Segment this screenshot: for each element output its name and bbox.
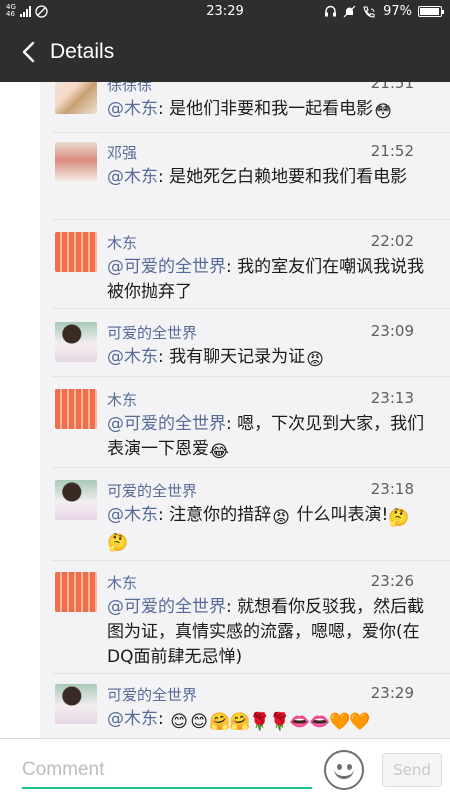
divider bbox=[52, 376, 450, 377]
mention[interactable]: @木东 bbox=[107, 167, 158, 187]
emoji-rose: 🌹 bbox=[249, 712, 271, 732]
avatar[interactable] bbox=[55, 82, 97, 114]
comment-list[interactable]: 徐徐徐 21:51 @木东: 是他们非要和我一起看电影😳 邓强 21:52 @木… bbox=[0, 82, 450, 738]
emoji-heart: 🧡 bbox=[349, 712, 371, 732]
comment-author[interactable]: 邓强 bbox=[107, 142, 137, 163]
divider bbox=[52, 132, 450, 133]
comment-text: @可爱的全世界: 我的室友们在嘲讽我说我被你抛弃了 bbox=[107, 255, 427, 305]
emoji-lips: 👄 bbox=[309, 712, 331, 732]
comment-time: 23:13 bbox=[370, 389, 414, 407]
comment-text: @木东: 😊 😊🤗🤗🌹🌹👄👄🧡🧡 bbox=[107, 707, 447, 732]
comment-author[interactable]: 可爱的全世界 bbox=[107, 322, 197, 343]
mention[interactable]: @木东 bbox=[107, 347, 158, 367]
mention[interactable]: @可爱的全世界 bbox=[107, 414, 226, 434]
comment-time: 23:29 bbox=[370, 684, 414, 702]
avatar[interactable] bbox=[55, 572, 97, 612]
smiley-icon[interactable] bbox=[324, 750, 364, 790]
emoji-flushed: 😳 bbox=[374, 102, 392, 122]
comment-composer: Send bbox=[0, 738, 450, 800]
divider bbox=[52, 219, 450, 220]
comment-body: : 是她死乞白赖地要和我们看电影 bbox=[158, 167, 408, 187]
nav-bar: Details bbox=[0, 24, 450, 82]
emoji-laughing: 😂 bbox=[209, 442, 229, 462]
comment-text: @可爱的全世界: 就想看你反驳我，然后截图为证，真情实感的流露，嗯嗯，爱你(在D… bbox=[107, 595, 427, 670]
comment-time: 23:18 bbox=[370, 480, 414, 498]
comment-text: @可爱的全世界: 嗯，下次见到大家，我们表演一下恩爱😂 bbox=[107, 412, 427, 462]
avatar[interactable] bbox=[55, 322, 97, 362]
comment-input[interactable] bbox=[22, 753, 312, 789]
send-button[interactable]: Send bbox=[382, 753, 442, 787]
back-arrow-icon[interactable] bbox=[18, 40, 42, 64]
comment-text: @木东: 我有聊天记录为证😡 bbox=[107, 345, 427, 370]
headset-icon bbox=[325, 5, 337, 17]
battery-percent: 97% bbox=[383, 4, 412, 19]
battery-icon bbox=[418, 6, 444, 17]
status-bar: 4G 46 23:29 97% bbox=[0, 0, 450, 24]
avatar[interactable] bbox=[55, 684, 97, 724]
avatar[interactable] bbox=[55, 232, 97, 272]
status-right: 97% bbox=[324, 4, 444, 19]
comment-time: 23:26 bbox=[370, 572, 414, 590]
comment-author[interactable]: 木东 bbox=[107, 572, 137, 593]
mention[interactable]: @木东 bbox=[107, 505, 158, 525]
comment-time: 22:02 bbox=[370, 232, 414, 250]
emoji-angry: 😡 bbox=[306, 350, 324, 370]
emoji-rose: 🌹 bbox=[269, 712, 291, 732]
mention[interactable]: @可爱的全世界 bbox=[107, 597, 226, 617]
mention[interactable]: @可爱的全世界 bbox=[107, 257, 226, 277]
emoji-lips: 👄 bbox=[289, 712, 311, 732]
divider bbox=[52, 560, 450, 561]
emoji-hug: 🤗 bbox=[229, 712, 251, 732]
comment-author[interactable]: 木东 bbox=[107, 389, 137, 410]
mention[interactable]: @木东 bbox=[107, 709, 158, 729]
comment-body: : bbox=[158, 709, 170, 729]
emoji-hug: 🤗 bbox=[209, 712, 231, 732]
bell-off-icon bbox=[343, 5, 356, 18]
comment-text: @木东: 是他们非要和我一起看电影😳 bbox=[107, 97, 427, 122]
comment-body: : 我有聊天记录为证 bbox=[158, 347, 306, 367]
phone-wifi-icon bbox=[363, 6, 375, 18]
comment-tail: 什么叫表演! bbox=[291, 505, 389, 525]
emoji-smile: 😊 bbox=[190, 712, 208, 732]
comment-body: : 是他们非要和我一起看电影 bbox=[158, 99, 374, 119]
comment-text: @木东: 是她死乞白赖地要和我们看电影 bbox=[107, 165, 427, 190]
comment-text: @木东: 注意你的措辞😡 什么叫表演!🤔🤔 bbox=[107, 503, 427, 553]
comment-author[interactable]: 木东 bbox=[107, 232, 137, 253]
comment-time: 21:52 bbox=[370, 142, 414, 160]
emoji-smile: 😊 bbox=[170, 712, 188, 732]
emoji-thinking: 🤔 bbox=[388, 508, 410, 528]
comment-author[interactable]: 可爱的全世界 bbox=[107, 480, 197, 501]
page-title: Details bbox=[50, 40, 115, 63]
avatar[interactable] bbox=[55, 389, 97, 429]
comment-time: 21:51 bbox=[370, 82, 414, 92]
mention[interactable]: @木东 bbox=[107, 99, 158, 119]
divider bbox=[52, 467, 450, 468]
divider bbox=[52, 673, 450, 674]
comment-author[interactable]: 徐徐徐 bbox=[107, 82, 152, 95]
emoji-angry: 😡 bbox=[272, 508, 290, 528]
avatar[interactable] bbox=[55, 480, 97, 520]
comment-time: 23:09 bbox=[370, 322, 414, 340]
comment-body: : 注意你的措辞 bbox=[158, 505, 272, 525]
emoji-thinking: 🤔 bbox=[107, 533, 129, 553]
emoji-heart: 🧡 bbox=[329, 712, 351, 732]
avatar[interactable] bbox=[55, 142, 97, 182]
divider bbox=[52, 308, 450, 309]
comment-author[interactable]: 可爱的全世界 bbox=[107, 684, 197, 705]
